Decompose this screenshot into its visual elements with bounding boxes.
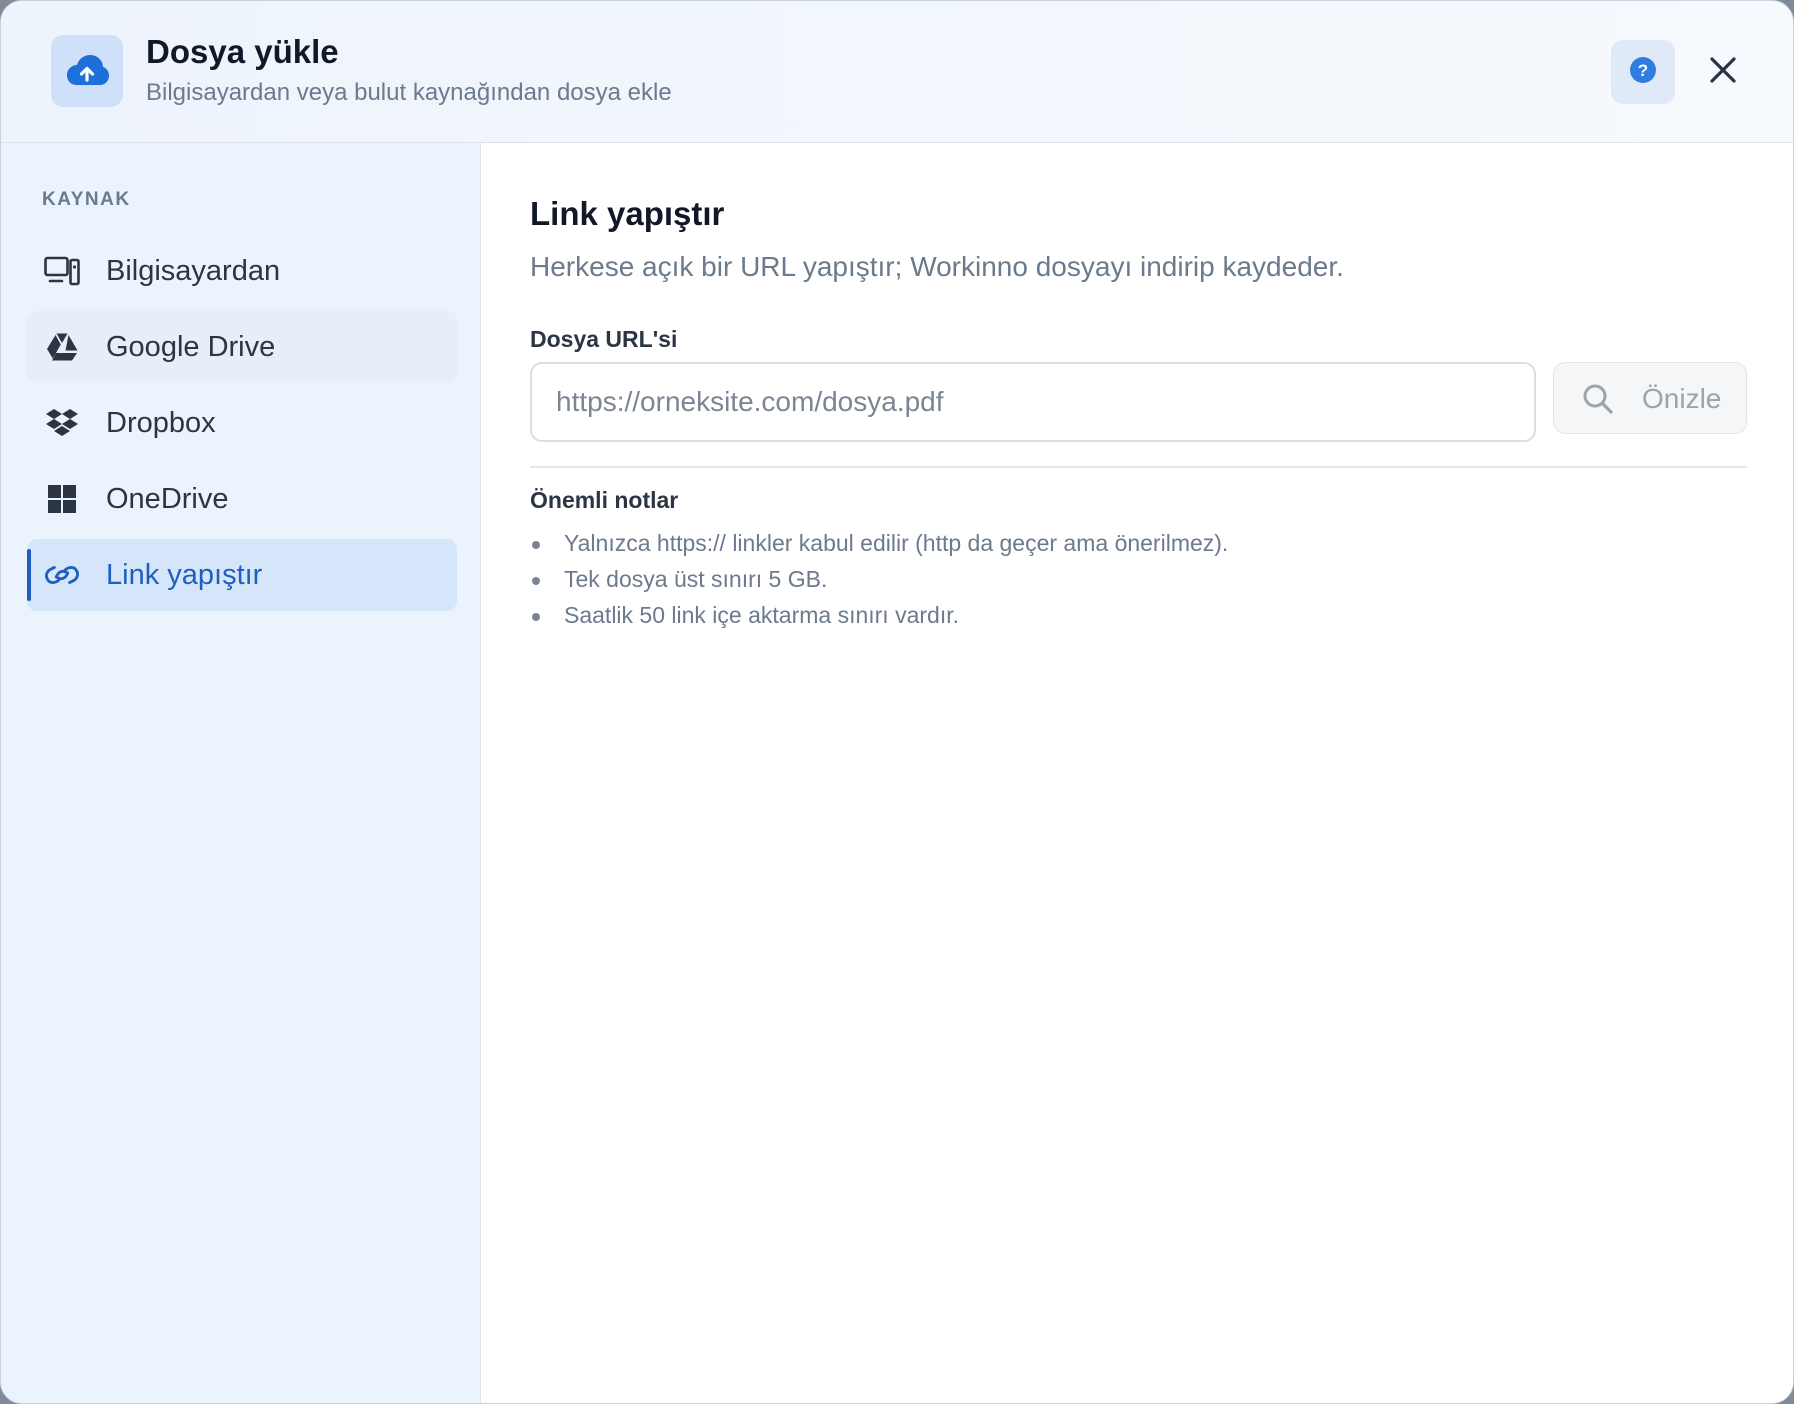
onedrive-icon — [44, 481, 80, 517]
close-icon — [1709, 56, 1737, 89]
upload-dialog: Dosya yükle Bilgisayardan veya bulut kay… — [0, 0, 1794, 1404]
dialog-title: Dosya yükle — [146, 33, 339, 70]
google-drive-icon — [44, 329, 80, 365]
sidebar-heading: KAYNAK — [42, 189, 131, 210]
url-field-label: Dosya URL'si — [530, 326, 678, 352]
sidebar-item-google-drive[interactable]: Google Drive — [27, 311, 457, 383]
help-button[interactable]: ? — [1611, 40, 1675, 104]
sidebar-item-computer[interactable]: Bilgisayardan — [27, 235, 457, 307]
svg-text:?: ? — [1638, 61, 1648, 80]
section-title: Link yapıştır — [530, 195, 725, 232]
dropbox-icon — [44, 405, 80, 441]
list-item: Saatlik 50 link içe aktarma sınırı vardı… — [530, 597, 1228, 633]
list-item: Yalnızca https:// linkler kabul edilir (… — [530, 525, 1228, 561]
divider — [530, 466, 1747, 468]
sidebar-item-label: Link yapıştır — [106, 559, 263, 591]
sidebar-item-label: Dropbox — [106, 407, 216, 439]
link-icon — [44, 557, 80, 593]
computer-icon — [44, 253, 80, 289]
url-input[interactable] — [530, 362, 1536, 442]
notes-title: Önemli notlar — [530, 487, 679, 513]
main-panel: Link yapıştır Herkese açık bir URL yapış… — [481, 143, 1793, 1403]
sidebar-item-dropbox[interactable]: Dropbox — [27, 387, 457, 459]
preview-button[interactable]: Önizle — [1553, 362, 1747, 434]
section-description: Herkese açık bir URL yapıştır; Workinno … — [530, 251, 1344, 282]
search-icon — [1580, 381, 1616, 417]
notes-list: Yalnızca https:// linkler kabul edilir (… — [530, 525, 1228, 633]
list-item: Tek dosya üst sınırı 5 GB. — [530, 561, 1228, 597]
cloud-upload-icon — [51, 35, 123, 107]
sidebar-item-label: OneDrive — [106, 483, 229, 515]
help-circle-icon: ? — [1629, 56, 1657, 89]
dialog-subtitle: Bilgisayardan veya bulut kaynağından dos… — [146, 79, 672, 106]
close-button[interactable] — [1691, 40, 1755, 104]
source-sidebar: KAYNAK Bilgisayardan Google Drive Dropbo… — [1, 143, 481, 1403]
dialog-header: Dosya yükle Bilgisayardan veya bulut kay… — [1, 1, 1793, 143]
preview-button-label: Önizle — [1642, 383, 1722, 414]
sidebar-item-label: Google Drive — [106, 331, 276, 363]
sidebar-item-onedrive[interactable]: OneDrive — [27, 463, 457, 535]
sidebar-item-paste-link[interactable]: Link yapıştır — [27, 539, 457, 611]
sidebar-item-label: Bilgisayardan — [106, 255, 281, 287]
